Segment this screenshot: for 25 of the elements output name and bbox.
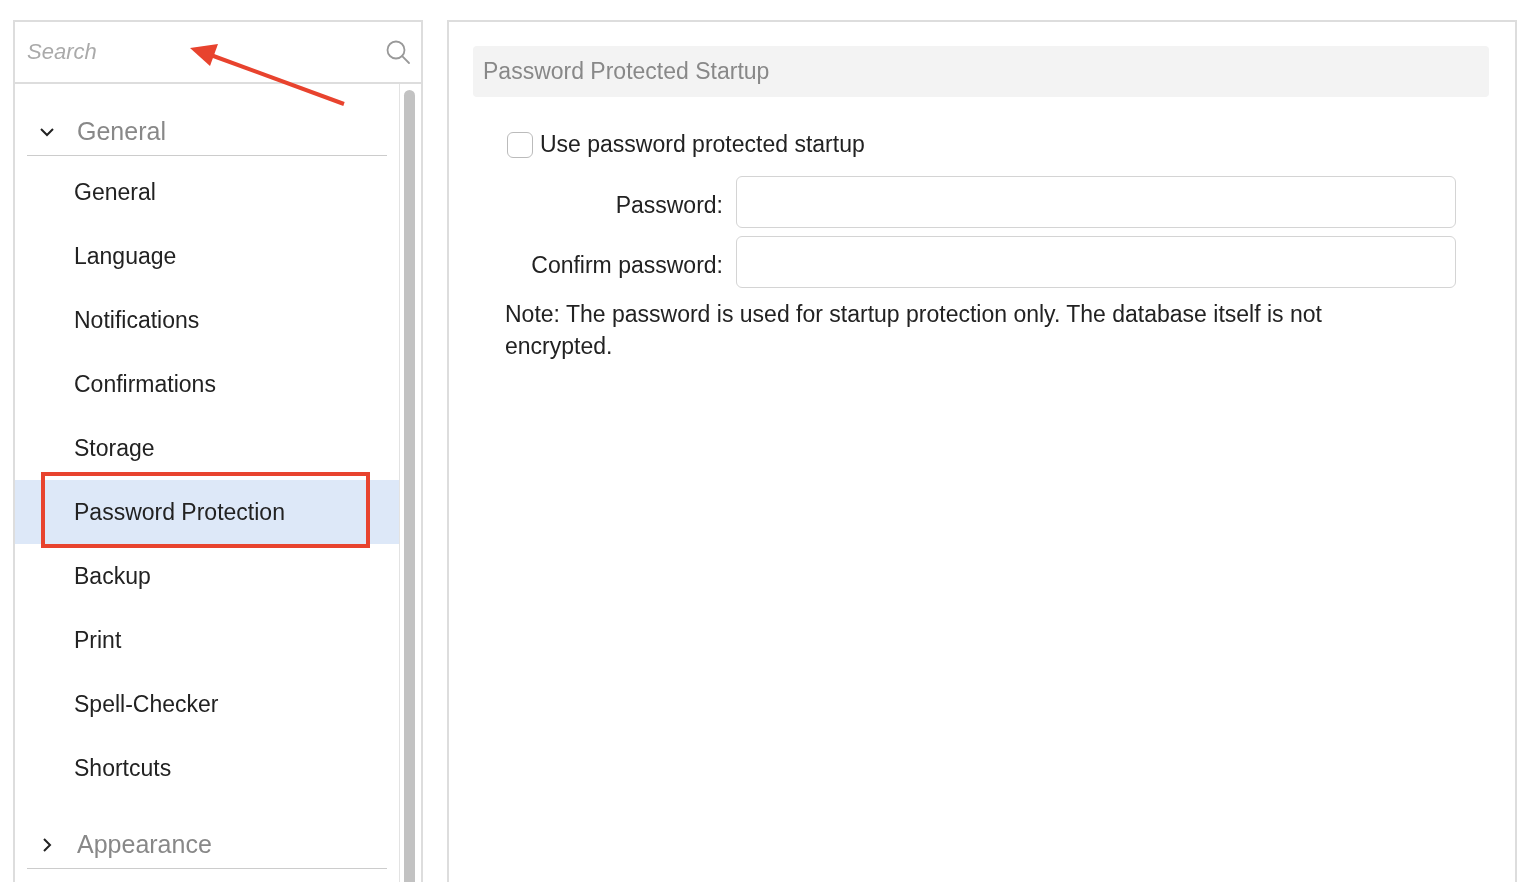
- tree-item[interactable]: Shortcuts: [15, 736, 399, 800]
- tree-item[interactable]: General: [15, 160, 399, 224]
- tree-item[interactable]: Password Protection: [15, 480, 399, 544]
- tree-item[interactable]: Backup: [15, 544, 399, 608]
- tree-item[interactable]: Storage: [15, 416, 399, 480]
- tree-item[interactable]: Confirmations: [15, 352, 399, 416]
- tree-item[interactable]: Notifications: [15, 288, 399, 352]
- field-label: Confirm password:: [530, 250, 723, 279]
- checkbox[interactable]: [507, 131, 533, 158]
- search-icon[interactable]: [385, 39, 411, 65]
- tree-group-header[interactable]: Appearance: [27, 821, 387, 869]
- tree-item[interactable]: Language: [15, 224, 399, 288]
- group-label: Appearance: [77, 830, 212, 859]
- scrollbar-thumb[interactable]: [404, 90, 415, 882]
- note-text: Note: The password is used for startup protection only. The database itself is not encrypted.: [505, 300, 1323, 361]
- section-header: Password Protected Startup: [473, 46, 1489, 97]
- tree-item[interactable]: Print: [15, 608, 399, 672]
- field-label: Password:: [614, 190, 723, 219]
- search-field[interactable]: Search: [25, 38, 385, 66]
- tree-item[interactable]: Spell-Checker: [15, 672, 399, 736]
- password-field[interactable]: [736, 236, 1456, 288]
- tree-group-header[interactable]: General: [27, 108, 387, 156]
- group-label: General: [77, 117, 166, 146]
- checkbox-label: Use password protected startup: [540, 131, 865, 158]
- password-field[interactable]: [736, 176, 1456, 228]
